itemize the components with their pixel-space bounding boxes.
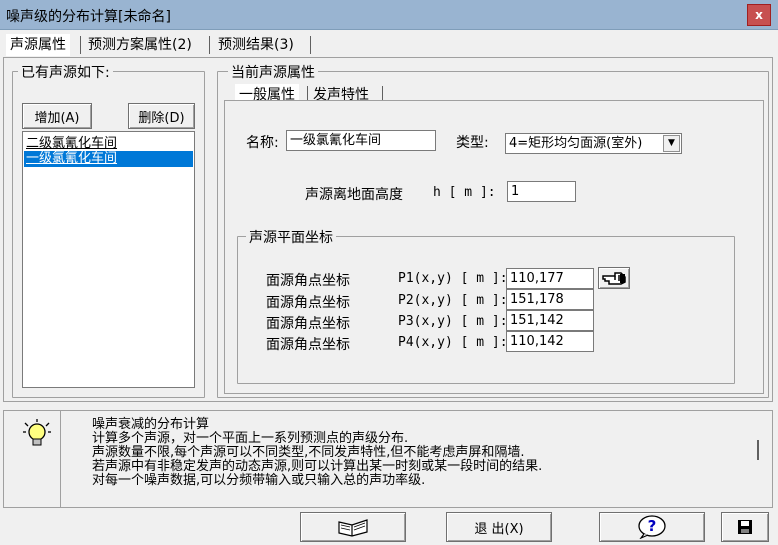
coord-value-p1: 110,177 xyxy=(510,271,564,286)
tab-separator xyxy=(310,36,311,54)
pick-point-button[interactable] xyxy=(598,267,630,289)
info-line: 计算多个声源，对一个平面上一系列预测点的声级分布. xyxy=(92,431,409,446)
delete-source-label: 删除(D) xyxy=(138,110,185,126)
tab-separator xyxy=(209,36,210,54)
coord-key-p3: P3(x,y) [ m ]: xyxy=(398,314,508,329)
tab-prediction-scheme[interactable]: 预测方案属性(2) xyxy=(88,34,192,56)
coord-input-p4[interactable]: 110,142 xyxy=(506,331,594,352)
tab-label: 预测方案属性(2) xyxy=(88,37,192,53)
tab-label: 预测结果(3) xyxy=(218,37,294,53)
coord-input-p2[interactable]: 151,178 xyxy=(506,289,594,310)
tab-separator xyxy=(80,36,81,54)
info-line: 声源数量不限,每个声源可以不同类型,不同发声特性,但不能考虑声屏和隔墙. xyxy=(92,445,525,460)
height-label: 声源离地面高度 xyxy=(305,187,403,203)
chevron-down-icon[interactable]: ▼ xyxy=(663,135,680,152)
tab-prediction-results[interactable]: 预测结果(3) xyxy=(218,34,294,56)
type-select[interactable]: 4=矩形均匀面源(室外) ▼ xyxy=(505,133,682,154)
delete-source-button[interactable]: 删除(D) xyxy=(128,103,195,129)
coord-key-p4: P4(x,y) [ m ]: xyxy=(398,335,508,350)
book-button[interactable] xyxy=(300,512,406,542)
coord-label-p4: 面源角点坐标 xyxy=(266,337,350,353)
coord-value-p3: 151,142 xyxy=(510,313,564,328)
type-value: 4=矩形均匀面源(室外) xyxy=(509,136,643,151)
scrollbar-thumb[interactable] xyxy=(757,440,759,460)
save-button[interactable] xyxy=(721,512,769,542)
coord-key-p1: P1(x,y) [ m ]: xyxy=(398,271,508,286)
list-item-label: 一级氯氰化车间 xyxy=(26,151,118,166)
info-line: 对每一个噪声数据,可以分频带输入或只输入总的声功率级. xyxy=(92,473,426,488)
coord-value-p4: 110,142 xyxy=(510,334,564,349)
close-icon: x xyxy=(755,8,763,22)
exit-button[interactable]: 退 出(X) xyxy=(446,512,552,542)
window-title: 噪声级的分布计算[未命名] xyxy=(6,9,171,25)
coord-label-p2: 面源角点坐标 xyxy=(266,295,350,311)
coords-group-title: 声源平面坐标 xyxy=(246,227,336,247)
current-group-title: 当前声源属性 xyxy=(228,62,318,82)
help-button[interactable]: ? xyxy=(599,512,705,542)
floppy-disk-icon xyxy=(738,520,752,534)
lightbulb-icon xyxy=(22,418,52,456)
name-label: 名称: xyxy=(246,135,279,151)
help-icon: ? xyxy=(638,515,666,539)
name-value: 一级氯氰化车间 xyxy=(290,133,382,148)
add-source-button[interactable]: 增加(A) xyxy=(22,103,92,129)
list-item[interactable]: 二级氯氰化车间 xyxy=(24,136,193,152)
coord-label-p1: 面源角点坐标 xyxy=(266,273,350,289)
coord-input-p3[interactable]: 151,142 xyxy=(506,310,594,331)
sources-group-title: 已有声源如下: xyxy=(18,62,113,82)
coord-key-p2: P2(x,y) [ m ]: xyxy=(398,293,508,308)
info-line: 若声源中有非稳定发声的动态声源,则可以计算出某一时刻或某一段时间的结果. xyxy=(92,459,543,474)
name-input[interactable]: 一级氯氰化车间 xyxy=(286,130,436,151)
height-input[interactable]: 1 xyxy=(507,181,576,202)
add-source-label: 增加(A) xyxy=(34,110,80,126)
tab-label: 声源属性 xyxy=(10,37,66,53)
list-item[interactable]: 一级氯氰化车间 xyxy=(24,151,193,167)
height-unit: h [ m ]: xyxy=(433,185,496,200)
exit-label: 退 出(X) xyxy=(474,521,524,537)
list-item-label: 二级氯氰化车间 xyxy=(26,136,118,151)
coord-label-p3: 面源角点坐标 xyxy=(266,316,350,332)
svg-text:?: ? xyxy=(648,517,657,535)
height-value: 1 xyxy=(511,184,520,199)
type-label: 类型: xyxy=(456,135,489,151)
title-bar: 噪声级的分布计算[未命名] x xyxy=(0,0,778,30)
pointing-hand-icon xyxy=(602,272,626,285)
coord-input-p1[interactable]: 110,177 xyxy=(506,268,594,289)
book-icon xyxy=(338,519,368,537)
info-divider xyxy=(60,411,61,507)
close-button[interactable]: x xyxy=(747,4,771,26)
sources-listbox[interactable]: 二级氯氰化车间 一级氯氰化车间 xyxy=(22,131,195,388)
coord-value-p2: 151,178 xyxy=(510,292,564,307)
info-line-title: 噪声衰减的分布计算 xyxy=(92,417,210,432)
tab-source-properties[interactable]: 声源属性 xyxy=(6,34,70,56)
